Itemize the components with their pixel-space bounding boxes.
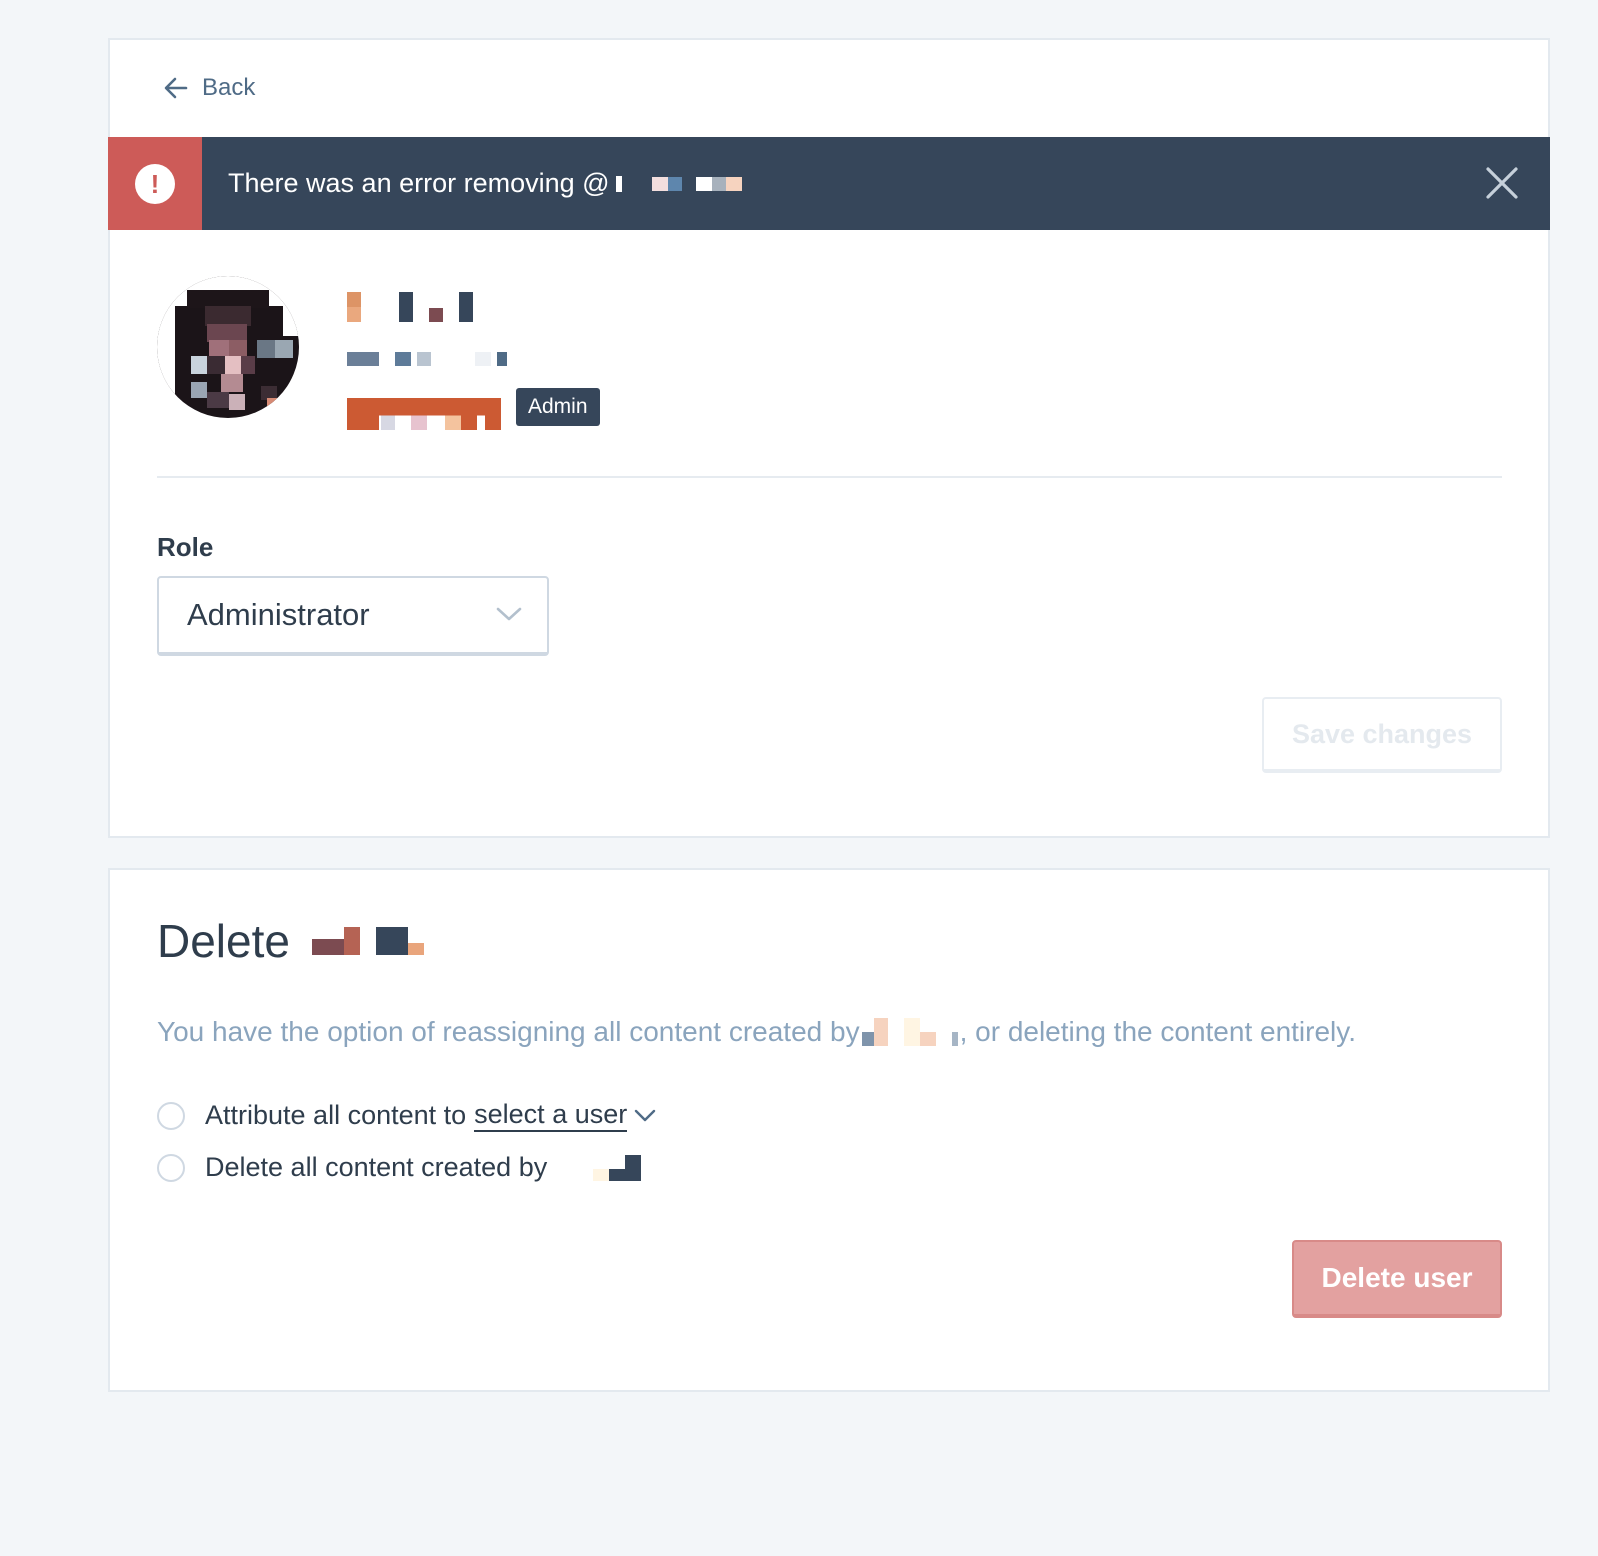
error-banner: ! There was an error removing @ — [108, 137, 1550, 230]
select-user-dropdown[interactable]: select a user — [474, 1099, 657, 1132]
option-delete-label: Delete all content created by — [205, 1152, 548, 1182]
section-divider — [157, 476, 1502, 478]
user-email — [347, 352, 507, 366]
delete-title-text: Delete — [157, 915, 290, 967]
error-message-text: There was an error removing @ — [228, 168, 610, 198]
option-attribute-content: Attribute all content to select a user — [157, 1099, 657, 1132]
delete-content-radio[interactable] — [157, 1153, 185, 1182]
arrow-left-icon — [164, 77, 188, 99]
delete-title: Delete — [157, 914, 424, 968]
role-selected-value: Administrator — [187, 597, 370, 632]
back-label: Back — [202, 74, 256, 101]
role-label: Role — [157, 532, 214, 562]
admin-badge: Admin — [516, 388, 600, 426]
delete-user-button[interactable]: Delete user — [1292, 1240, 1502, 1318]
attribute-radio[interactable] — [157, 1101, 185, 1130]
delete-description-prefix: You have the option of reassigning all c… — [157, 1016, 860, 1047]
alert-icon: ! — [135, 163, 175, 204]
option-delete-content: Delete all content created by — [157, 1152, 642, 1183]
user-card: Back ! There was an error removing @ Adm… — [108, 38, 1550, 838]
avatar — [157, 276, 299, 418]
user-username — [347, 398, 501, 430]
option-attribute-label: Attribute all content to — [205, 1100, 467, 1131]
user-full-name — [347, 292, 473, 322]
select-user-label: select a user — [474, 1099, 628, 1132]
chevron-down-icon — [496, 607, 522, 621]
save-changes-button[interactable]: Save changes — [1262, 697, 1502, 773]
role-select[interactable]: Administrator — [157, 576, 549, 656]
redacted-username — [861, 1018, 958, 1046]
delete-description: You have the option of reassigning all c… — [157, 1016, 1356, 1048]
alert-icon-container: ! — [108, 137, 202, 230]
chevron-down-icon — [635, 1109, 656, 1122]
redacted-username — [615, 175, 742, 192]
delete-description-suffix: , or deleting the content entirely. — [959, 1016, 1356, 1047]
close-icon[interactable] — [1482, 163, 1522, 203]
delete-user-card: Delete You have the option of reassignin… — [108, 868, 1550, 1392]
redacted-username — [593, 1154, 642, 1181]
redacted-username — [311, 927, 424, 955]
error-message: There was an error removing @ — [228, 168, 742, 199]
back-link[interactable]: Back — [162, 74, 255, 102]
